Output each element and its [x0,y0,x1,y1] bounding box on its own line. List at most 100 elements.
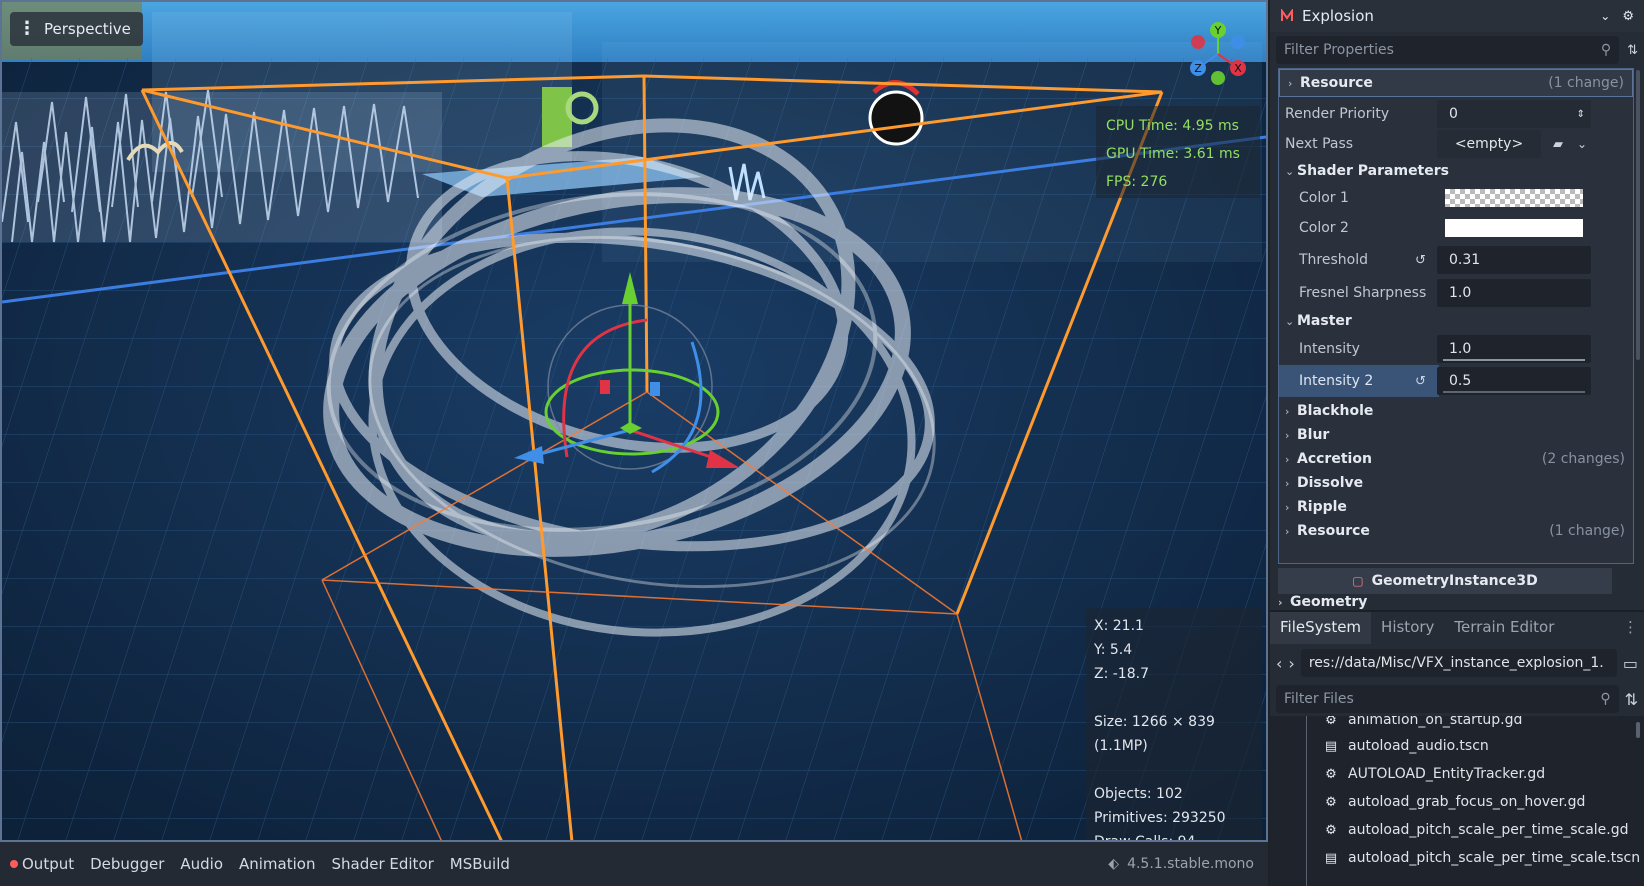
fps-counter: FPS: 276 [1106,174,1168,190]
next-pass-value: <empty> [1454,136,1524,152]
section-resource-bottom[interactable]: › Resource (1 change) [1279,519,1633,543]
filter-properties-input[interactable]: Filter Properties ⚲ [1276,36,1620,64]
tab-history-label: History [1381,618,1435,636]
dock-menu-icon[interactable]: ⋮ [1623,618,1638,644]
axis-orientation-gizmo[interactable]: Y Z X [1180,16,1256,92]
tab-debugger[interactable]: Debugger [90,855,164,873]
tab-terrain-editor-label: Terrain Editor [1454,618,1555,636]
geometry-instance-header[interactable]: ▢ GeometryInstance3D [1278,568,1612,594]
gizmo-z-label: Z [1194,62,1202,75]
intensity-slider[interactable]: 1.0 [1437,335,1591,363]
inspector-header[interactable]: Explosion ⌄ ⚙ [1270,0,1644,32]
intensity-slider-track [1443,359,1585,361]
section-blur[interactable]: › Blur [1279,423,1633,447]
property-options-icon[interactable]: ⇅ [1627,43,1638,58]
viewport-size: Size: 1266 × 839 (1.1MP) [1094,714,1215,754]
version-info: ⬖ 4.5.1.stable.mono [1108,856,1254,872]
property-threshold: Threshold ↺ 0.31 [1279,243,1633,277]
next-pass-resource-picker[interactable]: <empty> [1437,130,1541,158]
dissolve-label: Dissolve [1297,475,1364,491]
filter-files-placeholder: Filter Files [1284,691,1354,707]
gear-icon: ⚙ [1325,766,1337,782]
color-2-swatch[interactable] [1445,219,1583,237]
fresnel-sharpness-value: 1.0 [1449,285,1472,301]
inspector-scrollbar[interactable] [1636,70,1640,360]
revert-icon[interactable]: ↺ [1415,253,1426,268]
spin-arrows-icon[interactable]: ⇕ [1577,109,1585,120]
section-ripple[interactable]: › Ripple [1279,495,1633,519]
filter-files-input[interactable]: Filter Files ⚲ [1276,685,1619,713]
file-name: animation_on_startup.gd [1348,716,1523,728]
draw-calls-count: Draw Calls: 94 [1094,834,1196,842]
chevron-down-icon[interactable]: ⌄ [1600,9,1610,23]
scene-icon: ▤ [1324,738,1338,754]
chevron-right-icon: › [1278,595,1283,609]
file-item[interactable]: ⚙ autoload_grab_focus_on_hover.gd [1324,788,1585,816]
tab-msbuild[interactable]: MSBuild [450,855,510,873]
sort-icon[interactable]: ⇅ [1625,690,1638,709]
tab-filesystem[interactable]: FileSystem [1270,612,1372,644]
chevron-right-icon: › [1285,476,1290,490]
tab-history[interactable]: History [1371,618,1444,644]
scene-icon: ▤ [1324,850,1338,866]
section-blackhole[interactable]: › Blackhole [1279,399,1633,423]
file-item[interactable]: ⚙ autoload_pitch_scale_per_time_scale.gd [1324,816,1629,844]
file-list[interactable]: ⚙ animation_on_startup.gd ▤ autoload_aud… [1270,716,1644,886]
chevron-down-icon[interactable]: ⌄ [1577,137,1587,151]
file-name: autoload_pitch_scale_per_time_scale.tscn [1348,850,1641,866]
gear-icon: ⚙ [1325,716,1337,728]
folder-icon[interactable]: ▰ [1553,137,1563,152]
section-master[interactable]: ⌄ Master [1279,309,1633,333]
section-resource-top-change: (1 change) [1548,75,1624,91]
file-name: autoload_audio.tscn [1348,738,1489,754]
section-accretion[interactable]: › Accretion (2 changes) [1279,447,1633,471]
perspective-label: Perspective [44,20,131,38]
intensity-2-slider[interactable]: 0.5 [1437,367,1591,395]
search-icon: ⚲ [1600,691,1611,707]
section-shader-parameters[interactable]: ⌄ Shader Parameters [1279,159,1633,183]
tab-filesystem-label: FileSystem [1280,618,1362,636]
tab-shader-editor[interactable]: Shader Editor [331,855,433,873]
position-z: Z: -18.7 [1094,666,1149,682]
file-item[interactable]: ▤ autoload_pitch_scale_per_time_scale.ts… [1324,844,1640,872]
tab-animation[interactable]: Animation [239,855,315,873]
back-arrow-icon[interactable]: ‹ [1276,654,1282,673]
file-name: autoload_pitch_scale_per_time_scale.gd [1348,822,1629,838]
tab-terrain-editor[interactable]: Terrain Editor [1444,618,1564,644]
tab-output[interactable]: Output [10,855,74,873]
filter-properties-placeholder: Filter Properties [1284,42,1394,58]
settings-icon[interactable]: ⚙ [1622,9,1634,24]
shader-parameters-label: Shader Parameters [1297,163,1449,179]
blackhole-label: Blackhole [1297,403,1374,419]
forward-arrow-icon[interactable]: › [1288,654,1294,673]
master-label: Master [1297,313,1352,329]
split-view-icon[interactable]: ▭ [1623,654,1638,673]
3d-viewport[interactable]: ⋮ Perspective Y Z X CPU Time: 4.95 ms GP… [0,0,1268,842]
path-field[interactable]: res://data/Misc/VFX_instance_explosion_1… [1300,649,1617,677]
chevron-down-icon: ⌄ [1285,164,1295,178]
version-icon: ⬖ [1108,856,1120,872]
intensity-2-value: 0.5 [1449,373,1472,389]
color-1-swatch[interactable] [1445,189,1583,207]
revert-icon[interactable]: ↺ [1415,374,1426,389]
section-dissolve[interactable]: › Dissolve [1279,471,1633,495]
file-item[interactable]: ⚙ AUTOLOAD_EntityTracker.gd [1324,760,1545,788]
gizmo-x-label: X [1234,62,1242,75]
perspective-menu[interactable]: ⋮ Perspective [10,12,143,46]
file-name: autoload_grab_focus_on_hover.gd [1348,794,1586,810]
section-geometry[interactable]: › Geometry [1278,594,1367,610]
menu-dots-icon: ⋮ [18,18,36,39]
section-resource-top[interactable]: › Resource (1 change) [1279,69,1633,97]
intensity-2-slider-track [1443,391,1585,393]
render-priority-label: Render Priority [1285,106,1390,122]
file-list-scrollbar[interactable] [1636,722,1640,738]
render-priority-spinbox[interactable]: 0 ⇕ [1437,100,1591,128]
tab-audio[interactable]: Audio [180,855,223,873]
render-priority-value: 0 [1449,106,1458,122]
error-dot-icon [10,860,18,868]
chevron-down-icon: ⌄ [1285,314,1295,328]
fresnel-sharpness-input[interactable]: 1.0 [1437,279,1591,307]
threshold-input[interactable]: 0.31 [1437,246,1591,274]
performance-stats: CPU Time: 4.95 ms GPU Time: 3.61 ms FPS:… [1096,106,1260,198]
file-item[interactable]: ▤ autoload_audio.tscn [1324,732,1489,760]
